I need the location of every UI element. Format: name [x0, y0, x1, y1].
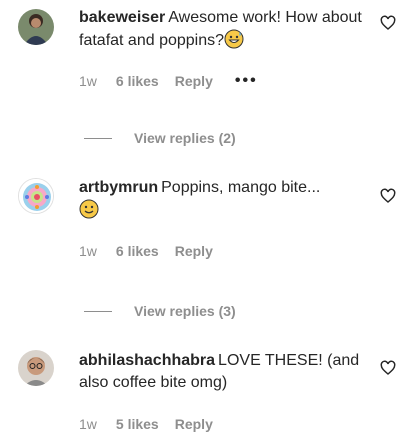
comment-likes[interactable]: 6 likes: [116, 72, 159, 90]
more-options-icon[interactable]: •••: [235, 72, 258, 90]
comment-meta: 1w 6 likes Reply •••: [79, 72, 369, 90]
reply-button[interactable]: Reply: [175, 415, 213, 433]
grinning-sweat-emoji: [224, 29, 244, 49]
comment-text: artbymrun Poppins, mango bite...: [79, 177, 369, 222]
comment-likes[interactable]: 6 likes: [116, 242, 159, 260]
comment-username[interactable]: bakeweiser: [79, 9, 165, 26]
comment-body: Poppins, mango bite...: [161, 179, 321, 196]
reply-button[interactable]: Reply: [175, 72, 213, 90]
avatar[interactable]: [18, 9, 54, 45]
view-replies-label: View replies (2): [134, 130, 236, 146]
view-replies-button[interactable]: View replies (2): [84, 130, 236, 146]
replies-divider: [84, 137, 112, 139]
reply-button[interactable]: Reply: [175, 242, 213, 260]
heart-outline-icon[interactable]: [380, 15, 396, 31]
avatar-icon: [19, 179, 53, 213]
smiling-emoji: [79, 199, 99, 219]
view-replies-button[interactable]: View replies (3): [84, 303, 236, 319]
heart-outline-icon[interactable]: [380, 188, 396, 204]
comment-time[interactable]: 1w: [79, 242, 97, 260]
avatar[interactable]: [18, 350, 54, 386]
comment-time[interactable]: 1w: [79, 72, 97, 90]
heart-outline-icon[interactable]: [380, 360, 396, 376]
replies-divider: [84, 310, 112, 312]
comment-meta: 1w 6 likes Reply: [79, 242, 369, 260]
avatar[interactable]: [18, 178, 54, 214]
comment-time[interactable]: 1w: [79, 415, 97, 433]
comment-meta: 1w 5 likes Reply: [79, 415, 369, 433]
comment-text: bakeweiser Awesome work! How about fatafa…: [79, 7, 369, 52]
comment-username[interactable]: abhilashachhabra: [79, 352, 215, 369]
comment-likes[interactable]: 5 likes: [116, 415, 159, 433]
comment-username[interactable]: artbymrun: [79, 179, 158, 196]
comments-list: bakeweiser Awesome work! How about fatafa…: [0, 0, 404, 445]
avatar-icon: [18, 9, 54, 45]
comment-text: abhilashachhabra LOVE THESE! (and also co…: [79, 350, 369, 394]
avatar-icon: [18, 350, 54, 386]
view-replies-label: View replies (3): [134, 303, 236, 319]
